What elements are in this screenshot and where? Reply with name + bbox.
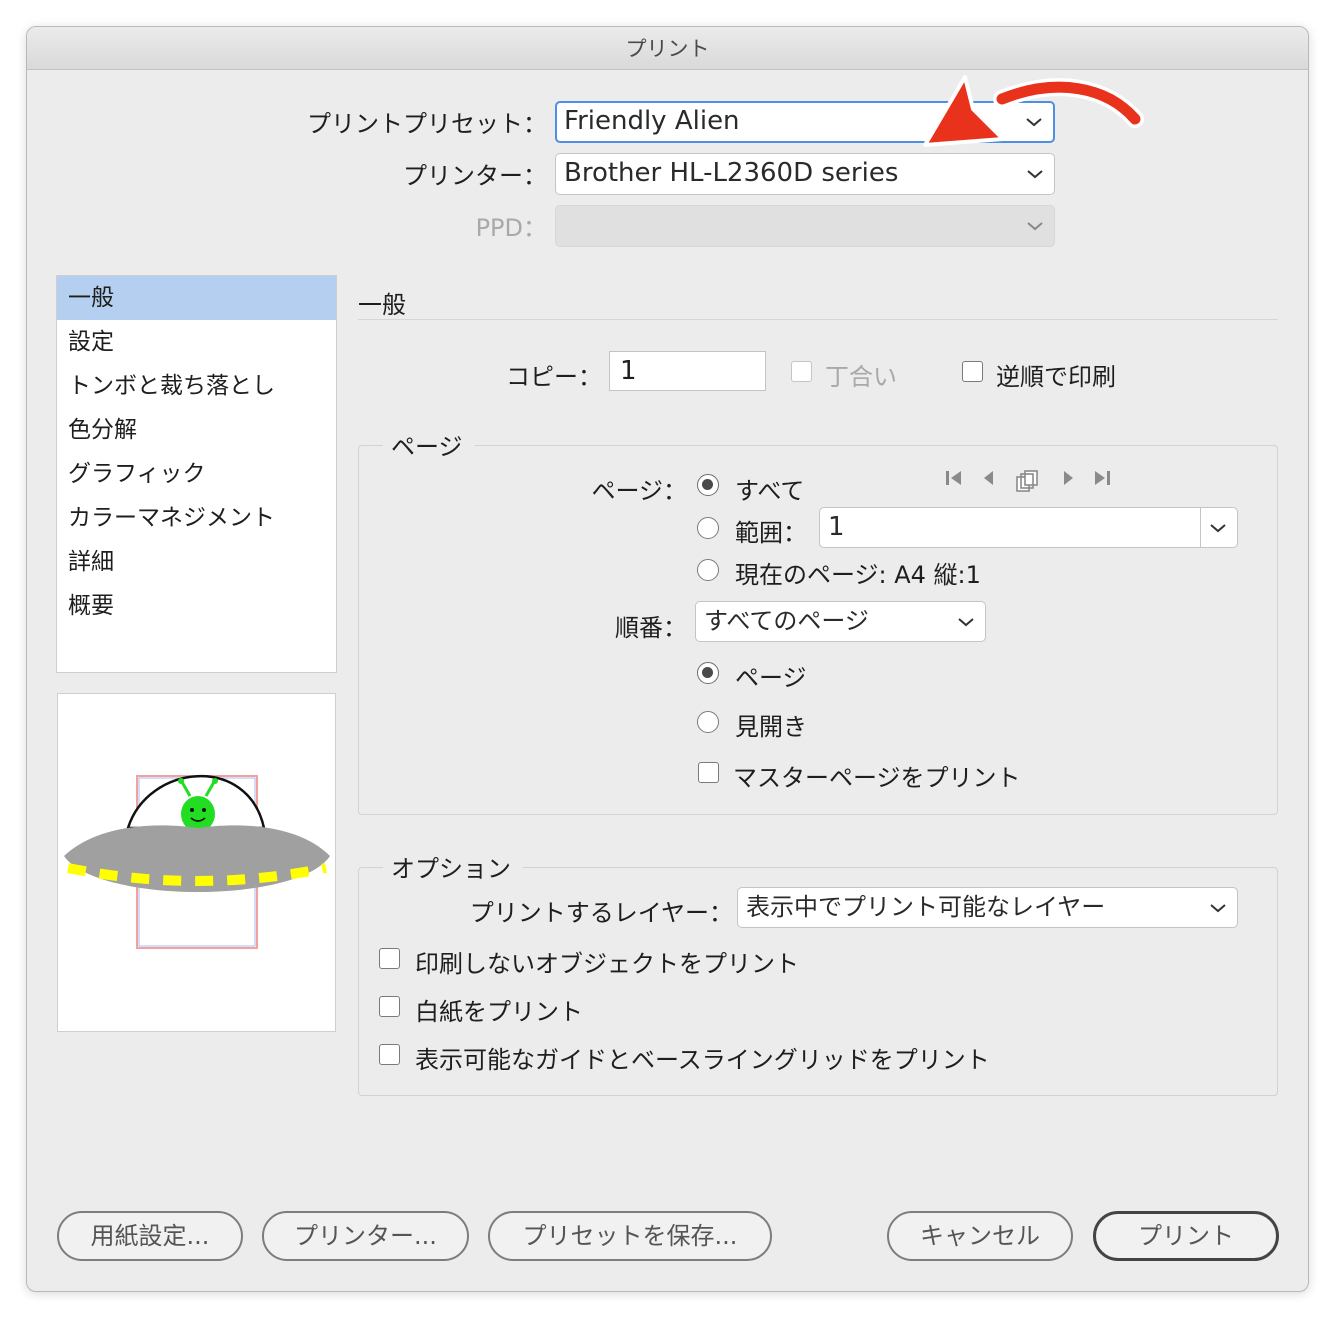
sidebar-item-marks-bleed[interactable]: トンボと裁ち落とし — [57, 364, 336, 408]
pages-mode-radio[interactable] — [697, 662, 719, 684]
spreads-radio[interactable] — [697, 711, 719, 733]
print-blank-pages-checkbox[interactable] — [379, 996, 400, 1017]
last-page-icon[interactable] — [1091, 467, 1113, 489]
ppd-label: PPD： — [475, 214, 547, 242]
print-dialog: プリント プリントプリセット： Friendly Alien プリンター： Br… — [26, 26, 1309, 1292]
pages-current-label: 現在のページ: A4 縦:1 — [735, 561, 981, 589]
copies-label: コピー： — [506, 363, 602, 391]
pages-range-radio[interactable] — [697, 517, 719, 539]
chevron-down-icon — [958, 617, 974, 626]
print-nonprinting-objects-label: 印刷しないオブジェクトをプリント — [415, 950, 799, 978]
print-blank-pages-label: 白紙をプリント — [415, 998, 583, 1026]
save-preset-button[interactable]: プリセットを保存... — [488, 1211, 772, 1261]
pages-mode-label: ページ — [735, 664, 807, 692]
cancel-button[interactable]: キャンセル — [887, 1211, 1073, 1261]
pages-all-radio[interactable] — [697, 474, 719, 496]
page-preview — [57, 693, 336, 1032]
print-layers-label: プリントするレイヤー： — [469, 899, 733, 927]
chevron-down-icon — [1027, 222, 1043, 231]
pages-current-radio[interactable] — [697, 559, 719, 581]
sidebar-item-output[interactable]: 色分解 — [57, 408, 336, 452]
pages-copy-icon[interactable] — [1013, 467, 1041, 495]
print-master-pages-label: マスターページをプリント — [733, 764, 1021, 792]
section-heading-general: 一般 — [358, 291, 406, 319]
print-layers-value: 表示中でプリント可能なレイヤー — [746, 893, 1106, 921]
print-layers-select[interactable]: 表示中でプリント可能なレイヤー — [737, 887, 1238, 928]
printer-select[interactable]: Brother HL-L2360D series — [555, 153, 1055, 195]
copies-input[interactable]: 1 — [609, 351, 766, 391]
combobox-divider — [1200, 508, 1201, 547]
collate-checkbox — [791, 361, 812, 382]
sequence-value: すべてのページ — [704, 607, 869, 635]
sidebar-item-color-management[interactable]: カラーマネジメント — [57, 496, 336, 540]
pages-range-combobox[interactable]: 1 — [819, 507, 1238, 548]
annotation-arrow-icon — [923, 75, 1144, 147]
sequence-label: 順番： — [615, 614, 687, 642]
sequence-select[interactable]: すべてのページ — [695, 601, 986, 642]
sidebar-item-graphics[interactable]: グラフィック — [57, 452, 336, 496]
chevron-down-icon — [1210, 903, 1226, 912]
pages-range-label: 範囲： — [735, 519, 807, 547]
pages-range-value: 1 — [828, 512, 845, 542]
pages-label: ページ： — [591, 477, 687, 505]
ppd-select — [555, 205, 1055, 247]
chevron-down-icon[interactable] — [1209, 522, 1227, 534]
ufo-alien-preview-image — [64, 775, 330, 949]
pages-group-title: ページ — [383, 427, 475, 462]
printer-label: プリンター： — [403, 162, 547, 190]
sidebar-item-general[interactable]: 一般 — [57, 276, 336, 320]
pages-all-label: すべて — [735, 477, 805, 505]
preset-label: プリントプリセット： — [307, 110, 547, 138]
print-nonprinting-objects-checkbox[interactable] — [379, 948, 400, 969]
reverse-order-checkbox[interactable] — [962, 361, 983, 382]
print-master-pages-checkbox[interactable] — [698, 762, 719, 783]
page-setup-button[interactable]: 用紙設定... — [57, 1211, 243, 1261]
sidebar-item-setup[interactable]: 設定 — [57, 320, 336, 364]
options-group-title: オプション — [383, 849, 523, 884]
previous-page-icon[interactable] — [978, 467, 1000, 489]
printer-button[interactable]: プリンター... — [262, 1211, 469, 1261]
print-guides-checkbox[interactable] — [379, 1044, 400, 1065]
print-guides-label: 表示可能なガイドとベースライングリッドをプリント — [415, 1046, 990, 1074]
reverse-order-label: 逆順で印刷 — [996, 363, 1116, 391]
printer-value: Brother HL-L2360D series — [564, 158, 899, 188]
sidebar-item-summary[interactable]: 概要 — [57, 584, 336, 628]
next-page-icon[interactable] — [1057, 467, 1079, 489]
category-list: 一般 設定 トンボと裁ち落とし 色分解 グラフィック カラーマネジメント 詳細 … — [56, 275, 337, 673]
divider — [358, 319, 1278, 320]
collate-label: 丁合い — [825, 363, 897, 391]
sidebar-item-advanced[interactable]: 詳細 — [57, 540, 336, 584]
chevron-down-icon — [1027, 170, 1043, 179]
print-button[interactable]: プリント — [1093, 1211, 1279, 1261]
first-page-icon[interactable] — [943, 467, 965, 489]
spreads-label: 見開き — [735, 713, 807, 741]
preset-value: Friendly Alien — [564, 106, 740, 136]
